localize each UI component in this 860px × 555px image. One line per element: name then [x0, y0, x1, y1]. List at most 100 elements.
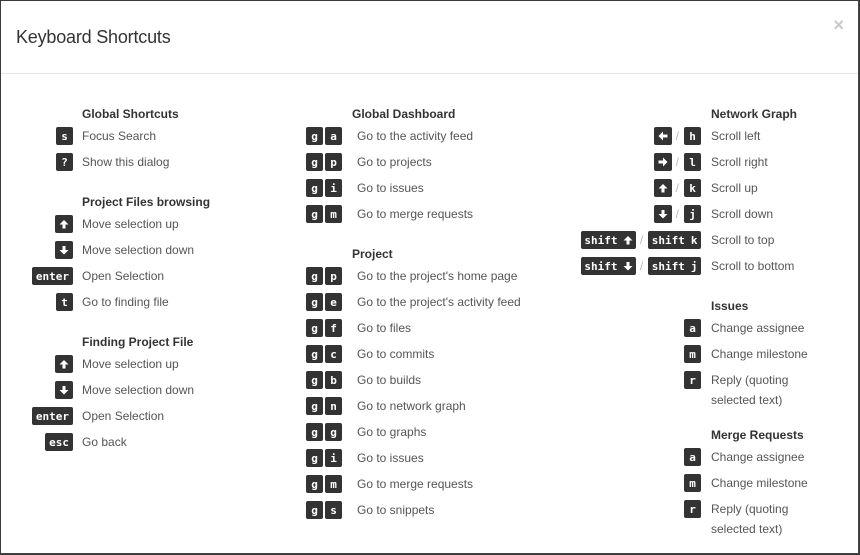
shortcut-row: / l Scroll right — [579, 151, 821, 177]
shortcut-row: ? Show this dialog — [1, 151, 210, 177]
key-label: r — [689, 502, 696, 516]
shortcut-row: t Go to finding file — [1, 291, 210, 317]
key-g: g — [306, 397, 323, 415]
shortcut-keys: gm — [301, 474, 348, 494]
key-separator: / — [639, 259, 644, 273]
shortcut-description: Move selection down — [82, 243, 195, 257]
shortcut-keys: shift / shift j — [579, 256, 701, 276]
key-label: g — [311, 399, 318, 413]
shortcut-description: Scroll right — [711, 155, 768, 169]
arrow-up-icon — [623, 235, 633, 245]
section-title: Project — [352, 247, 393, 261]
key-separator: / — [675, 155, 679, 169]
shortcut-section: Finding Project File Move selection up Mov… — [1, 331, 210, 457]
key-i: i — [325, 449, 342, 467]
shortcut-row: g g Go to graphs — [301, 421, 521, 447]
key-label: k — [689, 181, 696, 195]
key-g: g — [306, 345, 323, 363]
key-label: enter — [35, 409, 69, 423]
key-m: m — [325, 475, 342, 493]
shortcut-keys: / l — [579, 152, 701, 172]
shortcut-keys: gg — [301, 422, 348, 442]
shortcut-keys: ? — [1, 152, 73, 172]
shortcut-keys: gi — [301, 448, 348, 468]
key-t: t — [56, 293, 73, 311]
key-g: g — [306, 501, 323, 519]
shortcut-keys: gb — [301, 370, 348, 390]
shortcut-description: Open Selection — [82, 269, 165, 283]
key-shift-j: shift j — [648, 257, 701, 275]
shortcut-description: Reply (quoting selected text) — [711, 502, 789, 536]
key-g: g — [306, 293, 323, 311]
key-label: b — [330, 373, 337, 387]
shortcut-keys: ge — [301, 292, 348, 312]
shortcut-keys: / j — [579, 204, 701, 224]
key-j: j — [684, 205, 701, 223]
shortcut-keys: gc — [301, 344, 348, 364]
key-label: m — [330, 477, 337, 491]
key-separator: / — [639, 233, 644, 247]
modal-title: Keyboard Shortcuts — [16, 27, 171, 47]
arrow-up-key — [55, 355, 73, 373]
shortcut-keys: gm — [301, 204, 348, 224]
key-label: a — [330, 129, 337, 143]
shortcut-description: Scroll to bottom — [711, 259, 795, 273]
shortcut-row: g e Go to the project's activity feed — [301, 291, 521, 317]
shortcut-description: Reply (quoting selected text) — [711, 373, 789, 407]
key-p: p — [325, 267, 342, 285]
shortcuts-column-3: Network Graph / h Scroll left / l Scroll right… — [579, 103, 821, 539]
key-g: g — [306, 127, 323, 145]
key-m: m — [684, 474, 701, 492]
key-g: g — [306, 205, 323, 223]
close-button[interactable]: × — [833, 15, 844, 35]
shortcut-keys: shift / shift k — [579, 230, 701, 250]
key-label: g — [311, 347, 318, 361]
key-label: g — [330, 425, 337, 439]
shortcut-section: Merge Requests a Change assignee m Change mi… — [579, 424, 821, 539]
modal-header: Keyboard Shortcuts × — [1, 1, 858, 74]
shortcut-row: g i Go to issues — [301, 447, 521, 473]
shortcut-section: Network Graph / h Scroll left / l Scroll right… — [579, 103, 821, 281]
section-title: Project Files browsing — [82, 195, 211, 209]
key-a: a — [684, 448, 701, 466]
shortcut-description: Change milestone — [711, 476, 808, 490]
key-label: shift — [584, 233, 618, 247]
shortcut-keys — [1, 380, 73, 400]
key-g: g — [306, 371, 323, 389]
shortcut-section: Global Shortcuts s Focus Search? Show this … — [1, 103, 210, 177]
shortcut-row: g i Go to issues — [301, 177, 521, 203]
shortcut-row: / j Scroll down — [579, 203, 821, 229]
key-label: p — [330, 155, 337, 169]
key-label: shift — [584, 259, 618, 273]
shortcut-row: Move selection up — [1, 213, 210, 239]
shortcut-section: Project Files browsing Move selection up M… — [1, 191, 210, 317]
shortcut-row: s Focus Search — [1, 125, 210, 151]
key-label: shift — [651, 259, 685, 273]
key-enter: enter — [31, 407, 73, 425]
key-label: m — [689, 347, 696, 361]
key-label: s — [61, 129, 68, 143]
key-label: g — [311, 269, 318, 283]
key-label: g — [311, 373, 318, 387]
shortcut-keys: gf — [301, 318, 348, 338]
key-g: g — [306, 475, 323, 493]
shortcut-row: / k Scroll up — [579, 177, 821, 203]
shortcuts-column-2: Global Dashboard g a Go to the activity fee… — [301, 103, 521, 525]
key-m: m — [325, 205, 342, 223]
shortcut-keys: a — [579, 318, 701, 338]
shortcut-keys: gi — [301, 178, 348, 198]
key-label: shift — [651, 233, 685, 247]
key-label: k — [690, 233, 698, 247]
key-enter: enter — [31, 267, 73, 285]
key-g: g — [325, 423, 342, 441]
key-label: m — [689, 476, 696, 490]
key-label: g — [311, 155, 318, 169]
shortcut-row: shift / shift j Scroll to bottom — [579, 255, 821, 281]
key-s: s — [56, 127, 73, 145]
key-label: g — [311, 451, 318, 465]
shortcut-keys: m — [579, 473, 701, 493]
shortcut-description: Change assignee — [711, 450, 805, 464]
shortcut-description: Go to merge requests — [357, 477, 474, 491]
